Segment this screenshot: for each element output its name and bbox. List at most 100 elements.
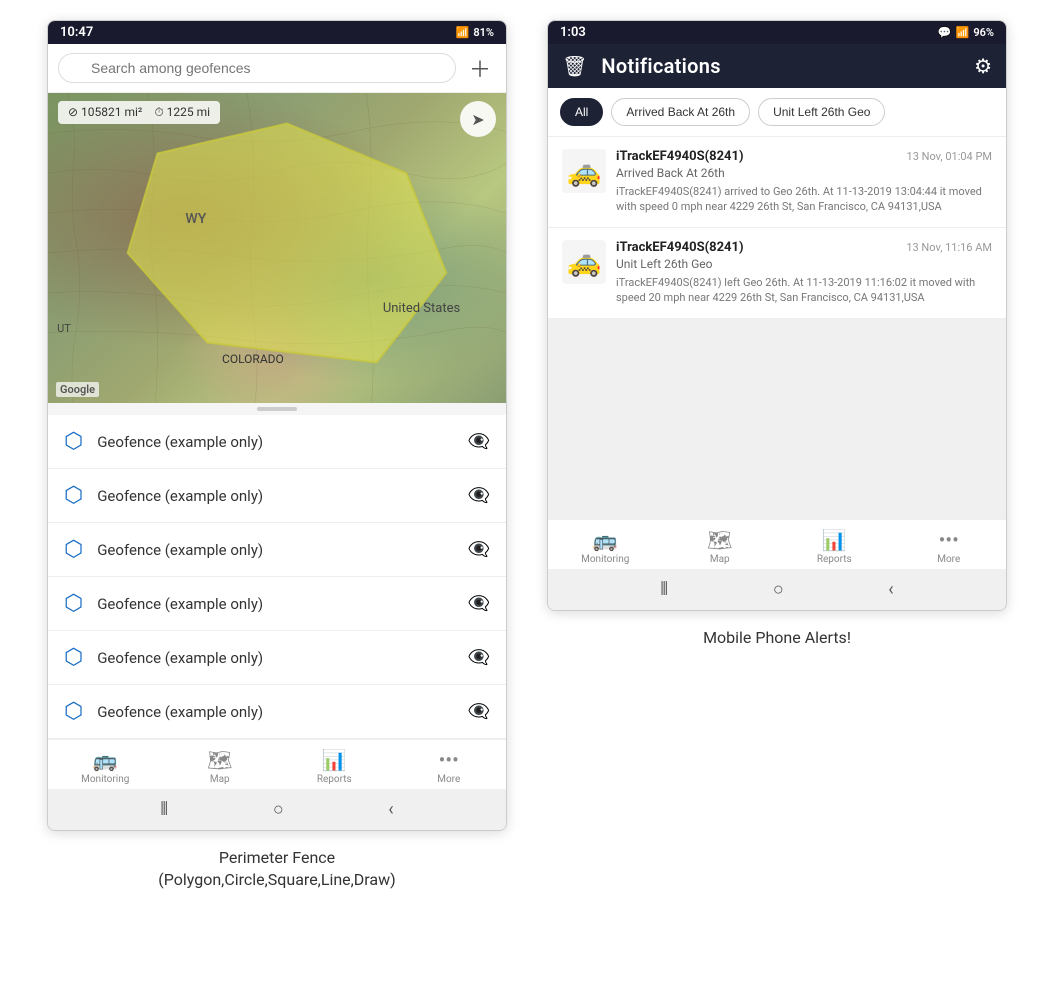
notification-content: iTrackEF4940S(8241) 13 Nov, 11:16 AM Uni… bbox=[616, 240, 992, 306]
notification-event: Unit Left 26th Geo bbox=[616, 257, 992, 271]
search-input[interactable] bbox=[58, 53, 456, 83]
visibility-icon[interactable]: 👁‍🗨 bbox=[468, 647, 490, 668]
right-caption: Mobile Phone Alerts! bbox=[703, 627, 851, 649]
visibility-icon[interactable]: 👁‍🗨 bbox=[468, 593, 490, 614]
notification-event: Arrived Back At 26th bbox=[616, 166, 992, 180]
right-screen-wrapper: 1:03 💬 📶 96% 🗑 Notifications ⚙ All Arriv… bbox=[547, 20, 1007, 649]
filter-left[interactable]: Unit Left 26th Geo bbox=[758, 98, 885, 126]
filter-tabs: All Arrived Back At 26th Unit Left 26th … bbox=[548, 88, 1006, 137]
geofence-label: Geofence (example only) bbox=[97, 595, 453, 613]
map-icon: 🗺 bbox=[707, 528, 732, 552]
map-label-wy: WY bbox=[185, 211, 206, 227]
message-icon: 💬 bbox=[938, 26, 952, 39]
monitoring-icon: 🚌 bbox=[93, 748, 118, 772]
list-item[interactable]: ⬡ Geofence (example only) 👁‍🗨 bbox=[48, 685, 506, 739]
empty-area bbox=[548, 319, 1006, 519]
nav-more[interactable]: ••• More bbox=[392, 748, 507, 785]
right-status-bar: 1:03 💬 📶 96% bbox=[548, 21, 1006, 44]
search-wrapper[interactable]: 🔍 bbox=[58, 53, 456, 83]
right-status-icons: 💬 📶 96% bbox=[938, 26, 994, 39]
android-home-btn[interactable]: ○ bbox=[773, 579, 784, 600]
notification-content: iTrackEF4940S(8241) 13 Nov, 01:04 PM Arr… bbox=[616, 149, 992, 215]
visibility-icon[interactable]: 👁‍🗨 bbox=[468, 485, 490, 506]
right-android-nav: ⦀ ○ ‹ bbox=[548, 569, 1006, 610]
more-icon: ••• bbox=[439, 748, 459, 772]
map-icon: 🗺 bbox=[207, 748, 232, 772]
nav-monitoring[interactable]: 🚌 Monitoring bbox=[48, 748, 163, 785]
scroll-bar bbox=[257, 407, 297, 411]
geofence-icon: ⬡ bbox=[64, 591, 83, 616]
list-item[interactable]: ⬡ Geofence (example only) 👁‍🗨 bbox=[48, 577, 506, 631]
nav-map[interactable]: 🗺 Map bbox=[163, 748, 278, 785]
compass-button[interactable]: ➤ bbox=[460, 101, 496, 137]
android-back-btn[interactable]: ‹ bbox=[888, 579, 893, 600]
left-caption: Perimeter Fence(Polygon,Circle,Square,Li… bbox=[158, 847, 395, 892]
map-area-stat: ⊘ 105821 mi² bbox=[68, 105, 142, 120]
filter-all[interactable]: All bbox=[560, 98, 603, 126]
more-label: More bbox=[437, 774, 460, 785]
map-label-ut: UT bbox=[57, 322, 71, 335]
filter-arrived[interactable]: Arrived Back At 26th bbox=[611, 98, 750, 126]
notification-time: 13 Nov, 11:16 AM bbox=[906, 241, 992, 254]
notification-top-row: iTrackEF4940S(8241) 13 Nov, 01:04 PM bbox=[616, 149, 992, 164]
more-label: More bbox=[937, 554, 960, 565]
left-phone-frame: 10:47 📶 81% 🔍 ＋ bbox=[47, 20, 507, 831]
visibility-icon[interactable]: 👁‍🗨 bbox=[468, 701, 490, 722]
geofence-icon: ⬡ bbox=[64, 537, 83, 562]
add-geofence-button[interactable]: ＋ bbox=[464, 52, 496, 84]
geofence-label: Geofence (example only) bbox=[97, 703, 453, 721]
left-bottom-nav: 🚌 Monitoring 🗺 Map 📊 Reports ••• More bbox=[48, 739, 506, 789]
settings-icon[interactable]: ⚙ bbox=[974, 54, 992, 78]
list-item[interactable]: ⬡ Geofence (example only) 👁‍🗨 bbox=[48, 415, 506, 469]
notification-item[interactable]: 🚕 iTrackEF4940S(8241) 13 Nov, 11:16 AM U… bbox=[548, 228, 1006, 319]
map-label-colorado: COLORADO bbox=[222, 352, 284, 366]
visibility-icon[interactable]: 👁‍🗨 bbox=[468, 539, 490, 560]
geofence-icon: ⬡ bbox=[64, 699, 83, 724]
google-logo: Google bbox=[56, 382, 99, 397]
geofence-label: Geofence (example only) bbox=[97, 541, 453, 559]
android-recent-btn[interactable]: ⦀ bbox=[160, 799, 168, 820]
battery-text: 96% bbox=[973, 26, 994, 39]
wifi-icon: 📶 bbox=[456, 26, 470, 39]
monitoring-label: Monitoring bbox=[81, 774, 129, 785]
device-name: iTrackEF4940S(8241) bbox=[616, 149, 744, 164]
list-item[interactable]: ⬡ Geofence (example only) 👁‍🗨 bbox=[48, 631, 506, 685]
android-recent-btn[interactable]: ⦀ bbox=[660, 579, 668, 600]
nav-reports[interactable]: 📊 Reports bbox=[277, 748, 392, 785]
list-item[interactable]: ⬡ Geofence (example only) 👁‍🗨 bbox=[48, 469, 506, 523]
search-bar: 🔍 ＋ bbox=[48, 44, 506, 93]
left-time: 10:47 bbox=[60, 25, 93, 40]
geofence-icon: ⬡ bbox=[64, 645, 83, 670]
map-label: Map bbox=[210, 774, 230, 785]
geofence-list: ⬡ Geofence (example only) 👁‍🗨 ⬡ Geofence… bbox=[48, 415, 506, 739]
notification-item[interactable]: 🚕 iTrackEF4940S(8241) 13 Nov, 01:04 PM A… bbox=[548, 137, 1006, 228]
car-avatar: 🚕 bbox=[562, 240, 606, 284]
visibility-icon[interactable]: 👁‍🗨 bbox=[468, 431, 490, 452]
nav-more[interactable]: ••• More bbox=[892, 528, 1007, 565]
map-distance-stat: ⏱ 1225 mi bbox=[154, 105, 210, 120]
android-home-btn[interactable]: ○ bbox=[273, 799, 284, 820]
monitoring-label: Monitoring bbox=[581, 554, 629, 565]
map-label: Map bbox=[710, 554, 730, 565]
reports-label: Reports bbox=[817, 554, 852, 565]
nav-monitoring[interactable]: 🚌 Monitoring bbox=[548, 528, 663, 565]
right-bottom-nav: 🚌 Monitoring 🗺 Map 📊 Reports ••• More bbox=[548, 519, 1006, 569]
scroll-handle bbox=[48, 403, 506, 415]
nav-reports[interactable]: 📊 Reports bbox=[777, 528, 892, 565]
notification-list: 🚕 iTrackEF4940S(8241) 13 Nov, 01:04 PM A… bbox=[548, 137, 1006, 319]
notification-desc: iTrackEF4940S(8241) left Geo 26th. At 11… bbox=[616, 275, 992, 306]
right-time: 1:03 bbox=[560, 25, 586, 40]
notifications-title: Notifications bbox=[601, 54, 960, 78]
notification-top-row: iTrackEF4940S(8241) 13 Nov, 11:16 AM bbox=[616, 240, 992, 255]
geofence-label: Geofence (example only) bbox=[97, 487, 453, 505]
android-back-btn[interactable]: ‹ bbox=[388, 799, 393, 820]
list-item[interactable]: ⬡ Geofence (example only) 👁‍🗨 bbox=[48, 523, 506, 577]
geofence-label: Geofence (example only) bbox=[97, 649, 453, 667]
geofence-icon: ⬡ bbox=[64, 483, 83, 508]
reports-icon: 📊 bbox=[822, 528, 847, 552]
map-label-us: United States bbox=[383, 301, 460, 316]
delete-icon[interactable]: 🗑 bbox=[562, 54, 587, 78]
map-area[interactable]: ⊘ 105821 mi² ⏱ 1225 mi ➤ WY United State… bbox=[48, 93, 506, 403]
nav-map[interactable]: 🗺 Map bbox=[663, 528, 778, 565]
left-status-icons: 📶 81% bbox=[456, 26, 494, 39]
